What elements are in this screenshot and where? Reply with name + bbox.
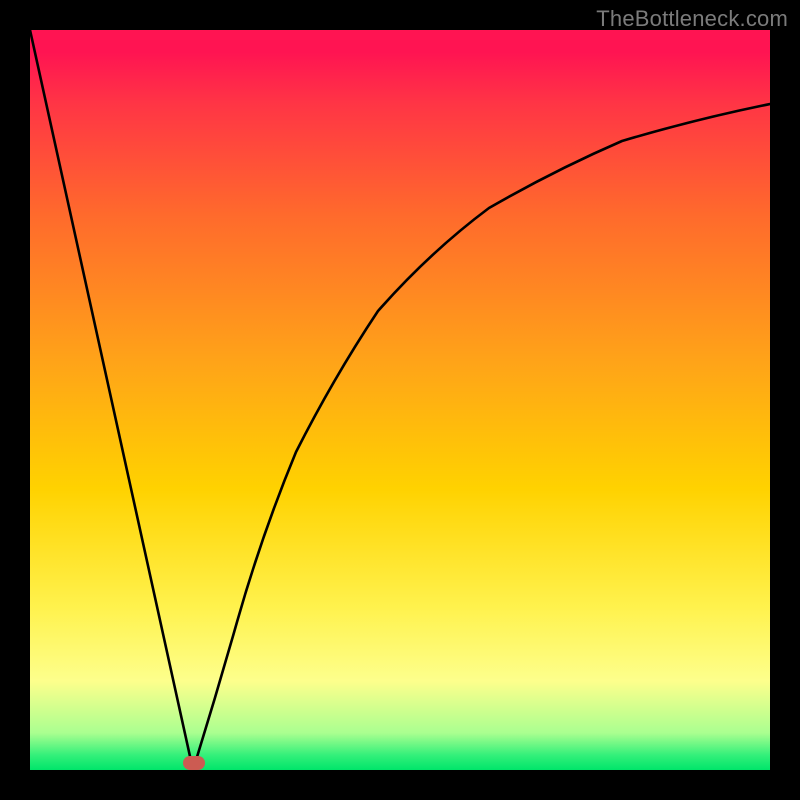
curve-right-segment [193,104,770,770]
watermark-text: TheBottleneck.com [596,6,788,32]
curve-layer [30,30,770,770]
curve-left-segment [30,30,193,770]
min-marker [183,756,205,770]
chart-frame: TheBottleneck.com [0,0,800,800]
